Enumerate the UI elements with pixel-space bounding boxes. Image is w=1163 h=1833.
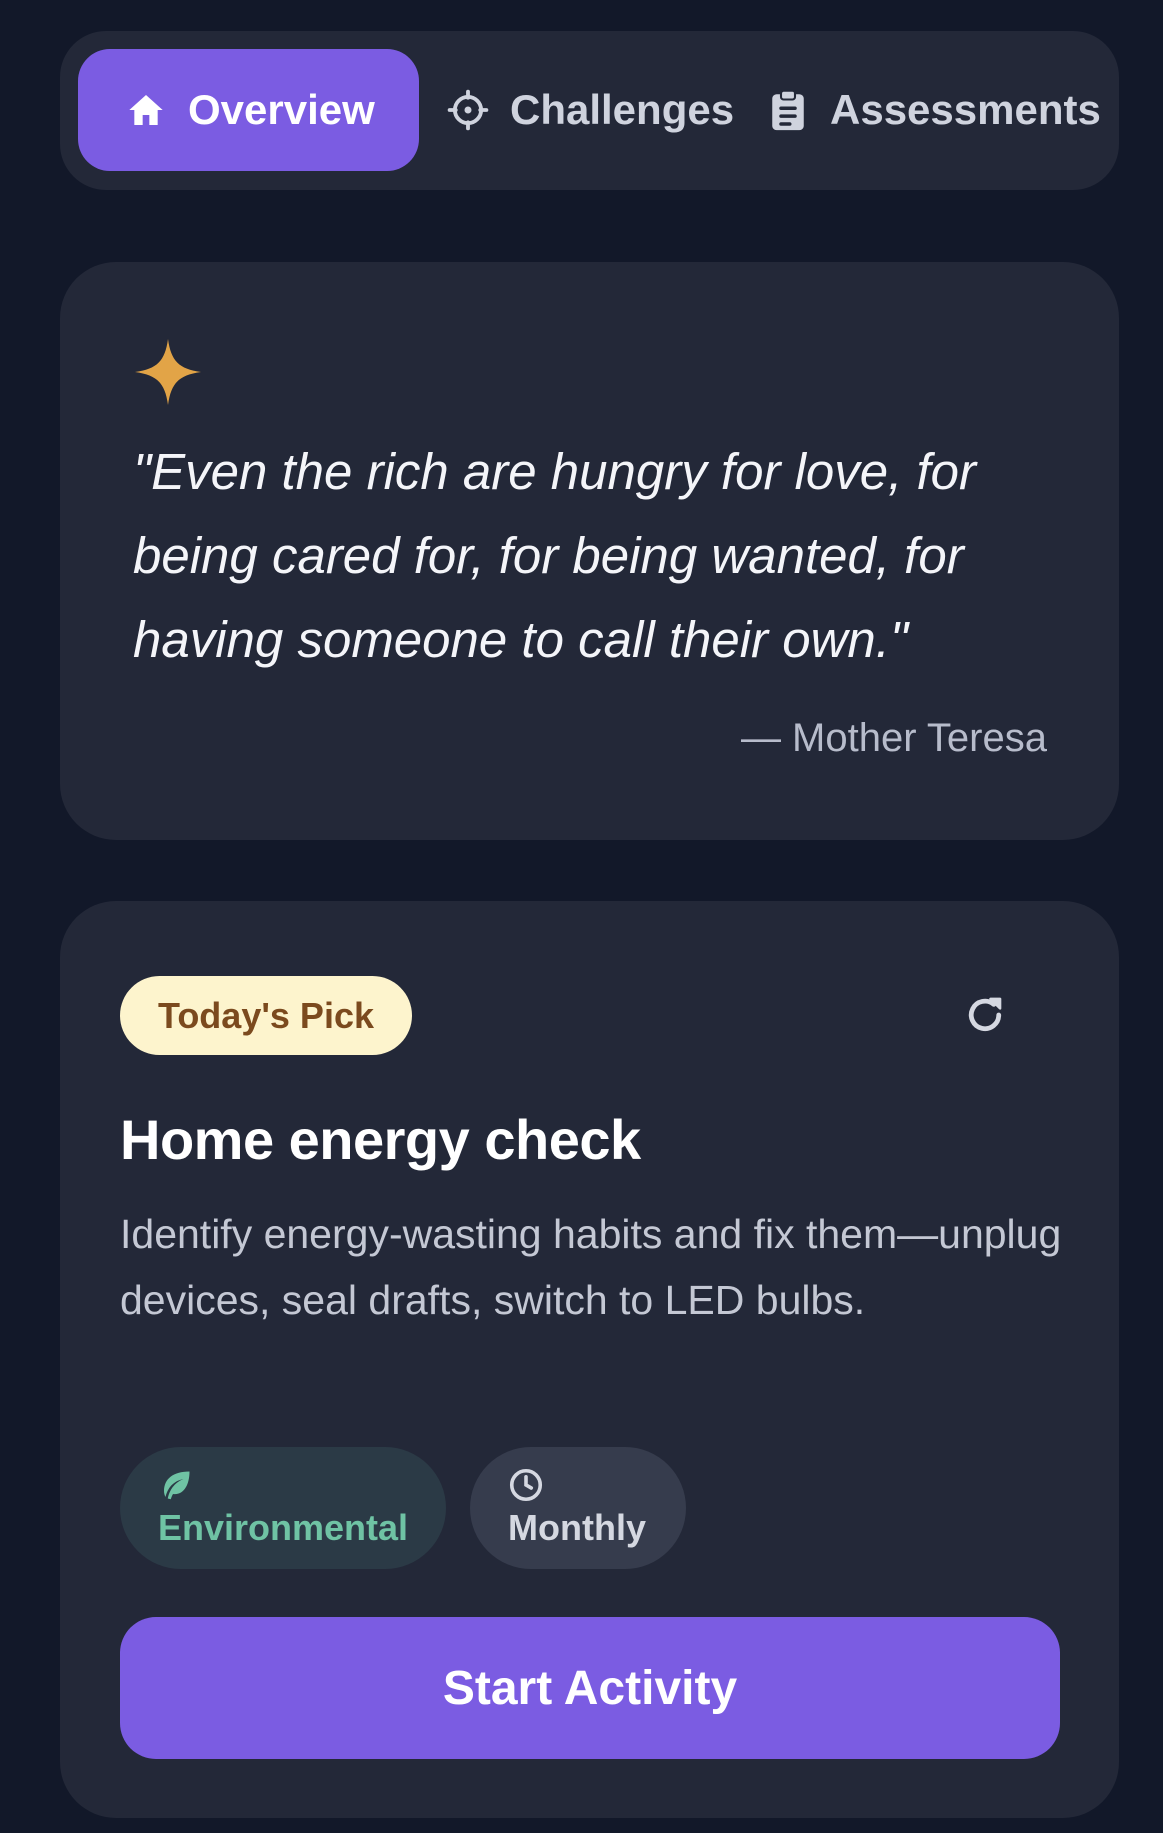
tab-label: Overview bbox=[188, 86, 375, 133]
leaf-icon bbox=[158, 1467, 194, 1503]
sparkle-icon bbox=[133, 337, 203, 407]
category-tag: Environmental bbox=[120, 1447, 446, 1569]
frequency-tag: Monthly bbox=[470, 1447, 686, 1569]
tab-challenges[interactable]: Challenges bbox=[446, 49, 734, 171]
todays-pick-badge: Today's Pick bbox=[120, 976, 412, 1055]
clock-icon bbox=[508, 1467, 544, 1503]
activity-card: Today's Pick Home energy check Identify … bbox=[60, 901, 1119, 1818]
quote-text: "Even the rich are hungry for love, for … bbox=[133, 443, 977, 668]
quote-card: "Even the rich are hungry for love, for … bbox=[60, 262, 1119, 840]
activity-title: Home energy check bbox=[120, 1108, 641, 1171]
tab-label: Challenges bbox=[510, 86, 735, 133]
start-activity-button[interactable]: Start Activity bbox=[120, 1617, 1060, 1759]
tag-label: Monthly bbox=[508, 1507, 646, 1548]
tab-label: Assessments bbox=[830, 86, 1101, 133]
tag-label: Environmental bbox=[158, 1507, 409, 1548]
refresh-button[interactable] bbox=[961, 993, 1009, 1041]
crosshair-icon bbox=[446, 88, 490, 132]
activity-description: Identify energy-wasting habits and fix t… bbox=[120, 1211, 1062, 1323]
tab-bar: Overview Challenges Assessments bbox=[60, 31, 1119, 190]
clipboard-icon bbox=[766, 88, 810, 132]
home-icon bbox=[124, 88, 168, 132]
tab-assessments[interactable]: Assessments bbox=[766, 49, 1101, 171]
refresh-icon bbox=[963, 993, 1007, 1042]
quote-author: — Mother Teresa bbox=[740, 716, 1047, 760]
tab-overview[interactable]: Overview bbox=[78, 49, 419, 171]
